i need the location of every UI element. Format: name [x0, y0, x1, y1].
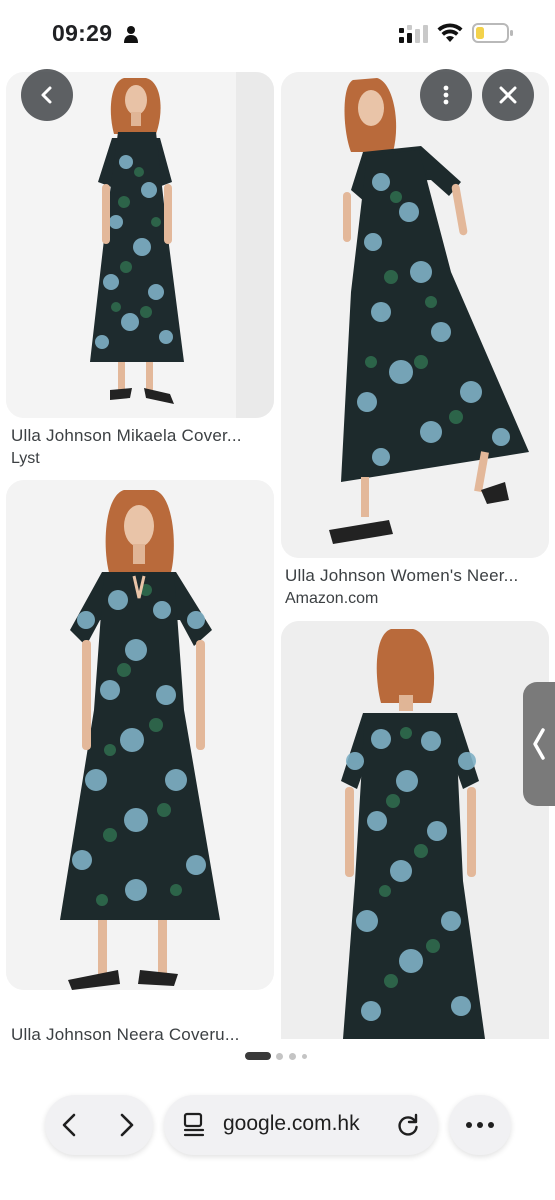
url-text[interactable]: google.com.hk: [223, 1112, 360, 1136]
status-bar: 09:29: [0, 0, 555, 66]
pagination-dot-active: [245, 1052, 271, 1060]
back-arrow-icon[interactable]: [55, 1110, 85, 1140]
wifi-icon: [437, 23, 463, 42]
more-vertical-icon: [443, 85, 449, 105]
dress-photo-2: [281, 72, 549, 558]
more-options-button[interactable]: [420, 69, 472, 121]
dress-photo-4: [281, 621, 549, 1039]
dress-photo-3: [6, 480, 274, 990]
person-icon: [124, 26, 138, 43]
pagination-dot: [302, 1054, 307, 1059]
forward-arrow-icon[interactable]: [111, 1110, 141, 1140]
result-image-3[interactable]: [6, 480, 274, 990]
result-source-1: Lyst: [11, 450, 40, 467]
address-bar[interactable]: google.com.hk: [164, 1095, 438, 1155]
pagination-dot: [276, 1053, 283, 1060]
pagination-indicator: [245, 1052, 315, 1062]
result-source-2: Amazon.com: [285, 590, 379, 607]
more-horizontal-icon: [466, 1122, 494, 1128]
pagination-dot: [289, 1053, 296, 1060]
battery-icon: [472, 23, 513, 43]
result-image-2[interactable]: [281, 72, 549, 558]
side-panel-handle[interactable]: [523, 682, 555, 806]
page-icon: [183, 1112, 205, 1137]
browser-menu-button[interactable]: [449, 1095, 511, 1155]
status-time: 09:29: [52, 20, 113, 46]
back-button[interactable]: [21, 69, 73, 121]
result-image-1[interactable]: [6, 72, 274, 418]
result-title-2[interactable]: Ulla Johnson Women's Neer...: [285, 566, 547, 586]
close-icon: [499, 86, 517, 104]
result-title-3[interactable]: Ulla Johnson Neera Coveru...: [11, 1025, 273, 1041]
reload-icon[interactable]: [395, 1112, 421, 1138]
result-title-1[interactable]: Ulla Johnson Mikaela Cover...: [11, 426, 273, 446]
chevron-left-icon: [533, 728, 545, 760]
close-button[interactable]: [482, 69, 534, 121]
dress-photo-1: [6, 72, 274, 418]
chevron-left-icon: [41, 86, 52, 104]
signal-icon: [399, 25, 428, 43]
navigation-controls: [45, 1095, 153, 1155]
result-image-4[interactable]: [281, 621, 549, 1039]
